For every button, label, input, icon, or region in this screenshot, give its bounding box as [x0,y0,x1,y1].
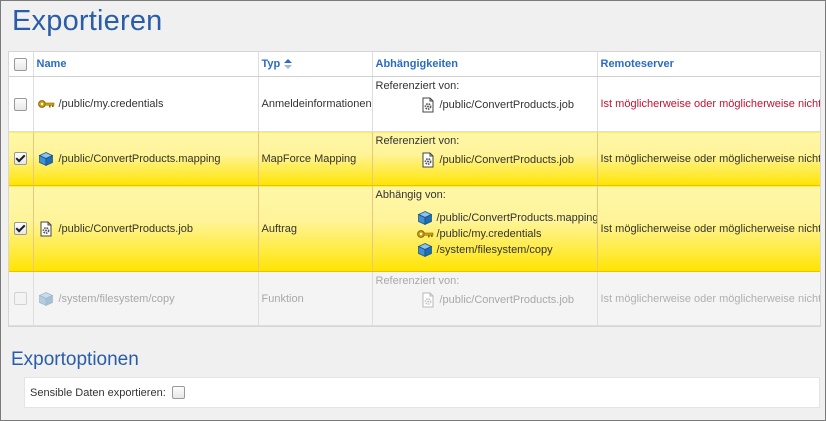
remote-server-cell: Ist möglicherweise oder möglicherweise n… [597,131,820,186]
dependency-path: /public/ConvertProducts.job [439,293,575,306]
dependency-item[interactable]: /system/filesystem/copy [376,242,597,258]
dependency-item[interactable]: /public/ConvertProducts.job [376,97,597,113]
type-cell: Funktion [258,271,373,326]
job-icon [419,97,437,113]
dependencies-heading: Referenziert von: [375,135,460,147]
row-checkbox-cell [9,185,34,272]
type-cell: Anmeldeinformationen [258,76,373,132]
remote-server-cell: Ist möglicherweise oder möglicherweise n… [597,185,820,272]
dependencies-cell: Referenziert von: /public/ConvertProducts… [372,131,598,186]
column-header-dependencies[interactable]: Abhängigkeiten [372,52,598,77]
column-header-type[interactable]: Typ [258,52,373,77]
table-row[interactable]: /public/ConvertProducts.job Auftrag Abhäng… [9,185,820,272]
row-checkbox [14,292,28,305]
dependency-path: /system/filesystem/copy [436,243,553,256]
dependency-path: /public/ConvertProducts.job [439,153,575,166]
job-icon [419,292,437,308]
select-all-cell [9,52,34,77]
key-icon [37,96,55,112]
dependencies-heading: Abhängig von: [375,189,446,201]
export-dialog: Exportieren Name Typ Abhängigkeiten Remo… [0,0,826,421]
column-header-name[interactable]: Name [33,52,259,77]
table-row[interactable]: /system/filesystem/copy Funktion Referenzi… [9,271,820,326]
dependency-item[interactable]: /public/ConvertProducts.mapping [376,210,597,226]
options-title: Exportoptionen [11,349,139,370]
name-cell: /public/ConvertProducts.job [33,185,259,272]
dependency-path: /public/ConvertProducts.job [439,98,575,111]
table-row[interactable]: /public/ConvertProducts.mapping MapForce … [9,131,820,186]
row-checkbox-cell [9,76,34,132]
dependency-path: /public/ConvertProducts.mapping [436,211,597,224]
remote-status-text: Ist möglicherweise oder möglicherweise n… [600,292,820,305]
table-body: /public/my.credentials Anmeldeinformation… [9,76,820,326]
mapping-cube-icon [416,210,434,226]
options-panel: Sensible Daten exportieren: [24,377,820,408]
mapping-cube-icon [416,242,434,258]
row-checkbox[interactable] [14,222,28,235]
type-cell: Auftrag [258,185,373,272]
remote-status-text: Ist möglicherweise oder möglicherweise n… [600,222,820,235]
row-checkbox[interactable] [14,97,28,111]
item-name: /public/my.credentials [58,98,164,110]
job-icon [419,152,437,168]
dependencies-list: Referenziert von: /public/ConvertProducts… [376,77,597,113]
dependencies-cell: Referenziert von: /public/ConvertProducts… [372,271,598,326]
dependency-item[interactable]: /public/ConvertProducts.job [376,152,597,168]
export-table: Name Typ Abhängigkeiten Remoteserver /pu… [9,52,820,326]
dependencies-list: Abhängig von: /public/ConvertProducts.map… [375,186,597,258]
column-header-remote-server[interactable]: Remoteserver [597,52,820,77]
mapping-cube-icon [37,291,55,307]
dependencies-cell: Abhängig von: /public/ConvertProducts.map… [372,185,598,272]
remote-server-cell: Ist möglicherweise oder möglicherweise n… [597,271,820,326]
row-checkbox-cell [9,271,34,326]
job-icon [37,221,55,237]
dependencies-heading: Referenziert von: [375,80,460,92]
row-checkbox[interactable] [14,152,28,165]
remote-server-cell: Ist möglicherweise oder möglicherweise n… [597,76,820,132]
key-icon [416,226,434,242]
table-row[interactable]: /public/my.credentials Anmeldeinformation… [9,76,820,132]
select-all-checkbox[interactable] [14,57,28,71]
row-checkbox-cell [9,131,34,186]
item-name: /public/ConvertProducts.job [58,222,194,235]
remote-status-text: Ist möglicherweise oder möglicherweise n… [600,152,820,165]
remote-status-text: Ist möglicherweise oder möglicherweise n… [600,98,820,110]
dependencies-list: Referenziert von: /public/ConvertProducts… [376,272,597,308]
item-name: /public/ConvertProducts.mapping [58,152,221,165]
name-cell: /system/filesystem/copy [33,271,259,326]
dependency-item[interactable]: /public/ConvertProducts.job [376,292,597,308]
dependency-item[interactable]: /public/my.credentials [376,226,597,242]
type-cell: MapForce Mapping [258,131,373,186]
export-grid: Name Typ Abhängigkeiten Remoteserver /pu… [8,51,821,327]
dependency-path: /public/my.credentials [436,227,542,240]
page-title: Exportieren [12,5,163,37]
sensitive-data-label: Sensible Daten exportieren: [30,386,166,399]
name-cell: /public/my.credentials [33,76,259,132]
dependencies-list: Referenziert von: /public/ConvertProducts… [375,133,597,169]
table-header-row: Name Typ Abhängigkeiten Remoteserver [9,52,820,77]
item-name: /system/filesystem/copy [58,292,175,305]
name-cell: /public/ConvertProducts.mapping [33,131,259,186]
sort-ascending-icon [284,59,293,70]
mapping-cube-icon [37,151,55,167]
dependencies-heading: Referenziert von: [375,275,460,287]
dependencies-cell: Referenziert von: /public/ConvertProducts… [372,76,598,132]
sensitive-data-checkbox[interactable] [171,386,185,399]
